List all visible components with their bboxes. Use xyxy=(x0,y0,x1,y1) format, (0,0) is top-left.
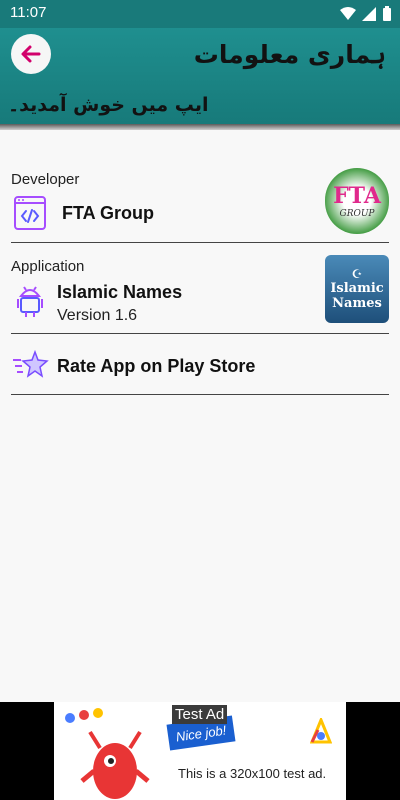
divider xyxy=(11,394,389,395)
app-version: Version 1.6 xyxy=(57,307,138,324)
status-bar: 11:07 xyxy=(0,0,400,28)
header: ہماری معلومات ایپ میں خوش آمدید۔ xyxy=(0,28,400,130)
page-title: ہماری معلومات xyxy=(193,40,386,69)
code-icon xyxy=(14,196,46,230)
status-icons xyxy=(340,6,392,22)
back-button[interactable] xyxy=(11,34,51,74)
app-logo: ☪ Islamic Names xyxy=(325,255,389,323)
signal-icon xyxy=(362,7,376,21)
welcome-text: ایپ میں خوش آمدید۔ xyxy=(8,94,209,116)
developer-label: Developer xyxy=(11,171,80,188)
ad-text: This is a 320x100 test ad. xyxy=(178,766,327,781)
developer-logo-text: FTA xyxy=(333,183,381,209)
divider xyxy=(11,242,389,243)
ad-logo-icon xyxy=(310,718,332,744)
app-name: Islamic Names xyxy=(57,282,183,302)
wifi-icon xyxy=(340,7,356,20)
developer-logo-sub: GROUP xyxy=(339,209,375,219)
developer-name: FTA Group xyxy=(62,203,154,223)
battery-icon xyxy=(383,6,391,21)
rate-app-row[interactable]: Rate App on Play Store xyxy=(11,346,389,386)
app-logo-line1: Islamic xyxy=(330,281,384,296)
ad-label: Test Ad xyxy=(172,705,228,724)
header-shadow xyxy=(0,124,400,130)
developer-logo: FTA GROUP xyxy=(325,168,389,234)
status-time: 11:07 xyxy=(10,4,47,21)
app-logo-line2: Names xyxy=(332,296,382,311)
android-icon xyxy=(17,286,43,317)
crescent-icon: ☪ xyxy=(351,267,363,281)
back-arrow-icon xyxy=(21,45,41,63)
star-icon xyxy=(13,350,49,378)
ad-dots-icon xyxy=(65,708,103,723)
rate-app-label: Rate App on Play Store xyxy=(57,356,256,376)
application-label: Application xyxy=(11,258,85,275)
ad-mascot-icon xyxy=(80,730,150,799)
divider xyxy=(11,333,389,334)
ad-container: Nice job! This is a 320x100 test ad. Tes… xyxy=(0,702,400,800)
